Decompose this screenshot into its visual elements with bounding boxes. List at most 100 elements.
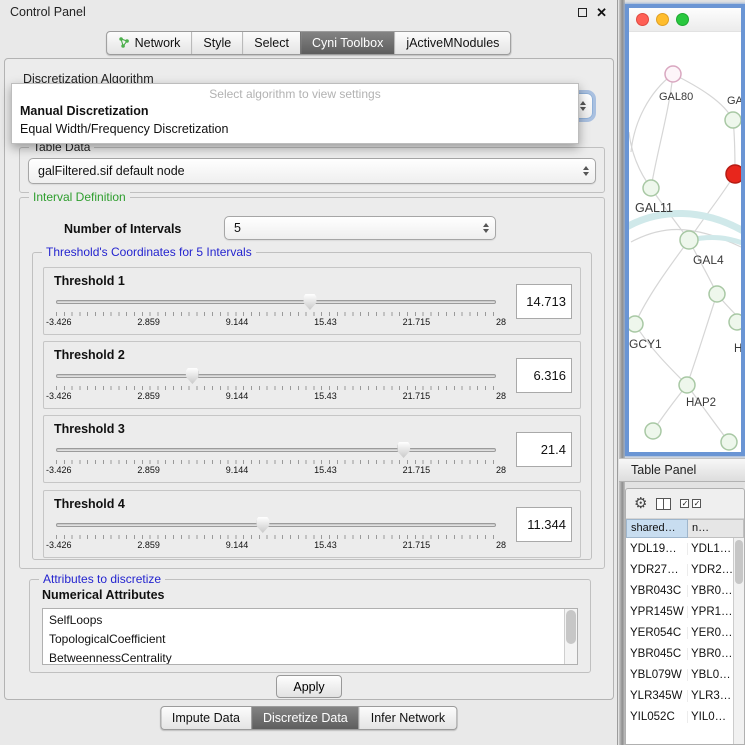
list-scrollbar[interactable] <box>564 609 577 664</box>
interval-definition-title: Interval Definition <box>29 190 130 204</box>
column-header-name[interactable]: n… <box>688 519 744 538</box>
slider-ticks <box>56 386 496 390</box>
slider-thumb[interactable] <box>303 294 316 310</box>
checkbox-icon[interactable]: ✓ <box>680 499 689 508</box>
number-of-intervals-label: Number of Intervals <box>64 222 181 236</box>
checkbox-icon[interactable]: ✓ <box>692 499 701 508</box>
network-node[interactable] <box>645 423 661 439</box>
number-of-intervals-value: 5 <box>234 221 241 235</box>
threshold-2-slider[interactable] <box>56 368 496 384</box>
network-node[interactable] <box>721 434 737 450</box>
tab-infer-network[interactable]: Infer Network <box>359 707 456 729</box>
dropdown-option-equal-width[interactable]: Equal Width/Frequency Discretization <box>12 120 578 138</box>
cyni-toolbox-panel: Discretization Algorithm Select algorith… <box>4 58 614 700</box>
list-item[interactable]: SelfLoops <box>49 611 577 630</box>
list-item[interactable]: TopologicalCoefficient <box>49 630 577 649</box>
table-panel-header: Table Panel <box>619 458 745 482</box>
slider-track[interactable] <box>56 300 496 304</box>
node-label: GA <box>727 95 741 107</box>
table-toolbar: ⚙ ✓ ✓ <box>626 489 744 519</box>
table-data-combobox[interactable]: galFiltered.sif default node <box>28 158 596 184</box>
threshold-1-value-field[interactable]: 14.713 <box>516 284 572 319</box>
close-icon[interactable]: ✕ <box>596 6 607 19</box>
slider-track[interactable] <box>56 374 496 378</box>
slider-track[interactable] <box>56 523 496 527</box>
network-node[interactable] <box>725 112 741 128</box>
minimize-traffic-light-icon[interactable] <box>656 13 669 26</box>
attributes-group: Attributes to discretize Numerical Attri… <box>29 579 591 673</box>
table-row[interactable]: YLR345WYLR3… <box>626 685 744 706</box>
network-node[interactable] <box>729 314 741 330</box>
table-row[interactable]: YBR045CYBR0… <box>626 643 744 664</box>
zoom-traffic-light-icon[interactable] <box>676 13 689 26</box>
float-window-icon[interactable] <box>578 8 587 17</box>
network-node[interactable] <box>643 180 659 196</box>
scrollbar-thumb[interactable] <box>735 540 743 584</box>
slider-thumb[interactable] <box>186 368 199 384</box>
columns-icon[interactable] <box>656 498 671 510</box>
selected-network-node[interactable] <box>726 165 741 183</box>
numerical-attributes-label: Numerical Attributes <box>42 588 164 602</box>
network-window-titlebar <box>629 8 741 32</box>
slider-track[interactable] <box>56 448 496 452</box>
network-node[interactable] <box>665 66 681 82</box>
network-node[interactable] <box>709 286 725 302</box>
threshold-coordinates-group: Threshold's Coordinates for 5 Intervals … <box>32 252 592 560</box>
tab-network[interactable]: Network <box>107 32 192 54</box>
table-panel: ⚙ ✓ ✓ shared… n… YDL19…YDL1… YDR27…YDR2…… <box>625 488 745 745</box>
dropdown-placeholder: Select algorithm to view settings <box>12 84 578 102</box>
node-table: shared… n… YDL19…YDL1… YDR27…YDR2… YBR04… <box>626 519 744 745</box>
threshold-3-slider[interactable] <box>56 442 496 458</box>
table-data-value: galFiltered.sif default node <box>38 164 185 178</box>
tab-style[interactable]: Style <box>191 32 242 54</box>
tab-select[interactable]: Select <box>242 32 300 54</box>
list-item[interactable]: BetweennessCentrality <box>49 649 577 665</box>
slider-scale: -3.4262.8599.14415.4321.71528 <box>46 540 506 550</box>
top-tab-bar: Network Style Select Cyni Toolbox jActiv… <box>106 31 512 55</box>
table-header-row: shared… n… <box>626 519 744 538</box>
threshold-2-value-field[interactable]: 6.316 <box>516 358 572 393</box>
tab-cyni-toolbox[interactable]: Cyni Toolbox <box>300 32 394 54</box>
network-view-window: GAL80 GA GAL11 GAL4 GCY1 HAP2 H <box>625 4 745 456</box>
network-canvas[interactable]: GAL80 GA GAL11 GAL4 GCY1 HAP2 H <box>629 32 741 452</box>
node-label: GAL80 <box>659 91 693 103</box>
table-row[interactable]: YDL19…YDL1… <box>626 538 744 559</box>
gear-icon[interactable]: ⚙ <box>634 496 647 511</box>
tab-impute-data[interactable]: Impute Data <box>161 707 251 729</box>
bottom-tab-bar: Impute Data Discretize Data Infer Networ… <box>160 706 457 730</box>
table-row[interactable]: YER054CYER0… <box>626 622 744 643</box>
column-header-shared-name[interactable]: shared… <box>626 519 688 538</box>
attributes-group-title: Attributes to discretize <box>39 572 165 586</box>
network-node[interactable] <box>679 377 695 393</box>
network-node[interactable] <box>629 316 643 332</box>
slider-ticks <box>56 312 496 316</box>
table-row[interactable]: YPR145WYPR1… <box>626 601 744 622</box>
slider-scale: -3.4262.8599.14415.4321.71528 <box>46 317 506 327</box>
tab-discretize-data[interactable]: Discretize Data <box>251 707 359 729</box>
attributes-list: SelfLoops TopologicalCoefficient Between… <box>42 608 578 665</box>
tab-jactivemnodules[interactable]: jActiveMNodules <box>394 32 510 54</box>
slider-scale: -3.4262.8599.14415.4321.71528 <box>46 465 506 475</box>
network-icon <box>118 37 130 49</box>
node-label: HAP2 <box>686 397 716 409</box>
dropdown-option-manual-discretization[interactable]: Manual Discretization <box>12 102 578 120</box>
network-node[interactable] <box>680 231 698 249</box>
table-row[interactable]: YBL079WYBL0… <box>626 664 744 685</box>
threshold-coordinates-title: Threshold's Coordinates for 5 Intervals <box>42 245 256 259</box>
table-row[interactable]: YIL052CYIL0… <box>626 706 744 727</box>
scrollbar-thumb[interactable] <box>566 610 576 644</box>
number-of-intervals-combobox[interactable]: 5 <box>224 216 496 240</box>
table-scrollbar[interactable] <box>733 538 744 745</box>
threshold-4-value-field[interactable]: 11.344 <box>516 507 572 542</box>
close-traffic-light-icon[interactable] <box>636 13 649 26</box>
slider-thumb[interactable] <box>397 442 410 458</box>
threshold-3-value-field[interactable]: 21.4 <box>516 432 572 467</box>
slider-thumb[interactable] <box>256 517 269 533</box>
apply-button[interactable]: Apply <box>276 675 342 698</box>
threshold-1-slider[interactable] <box>56 294 496 310</box>
chevron-up-down-icon <box>583 166 589 176</box>
threshold-4-slider[interactable] <box>56 517 496 533</box>
node-label: H <box>734 343 741 355</box>
table-row[interactable]: YDR27…YDR2… <box>626 559 744 580</box>
table-row[interactable]: YBR043CYBR0… <box>626 580 744 601</box>
